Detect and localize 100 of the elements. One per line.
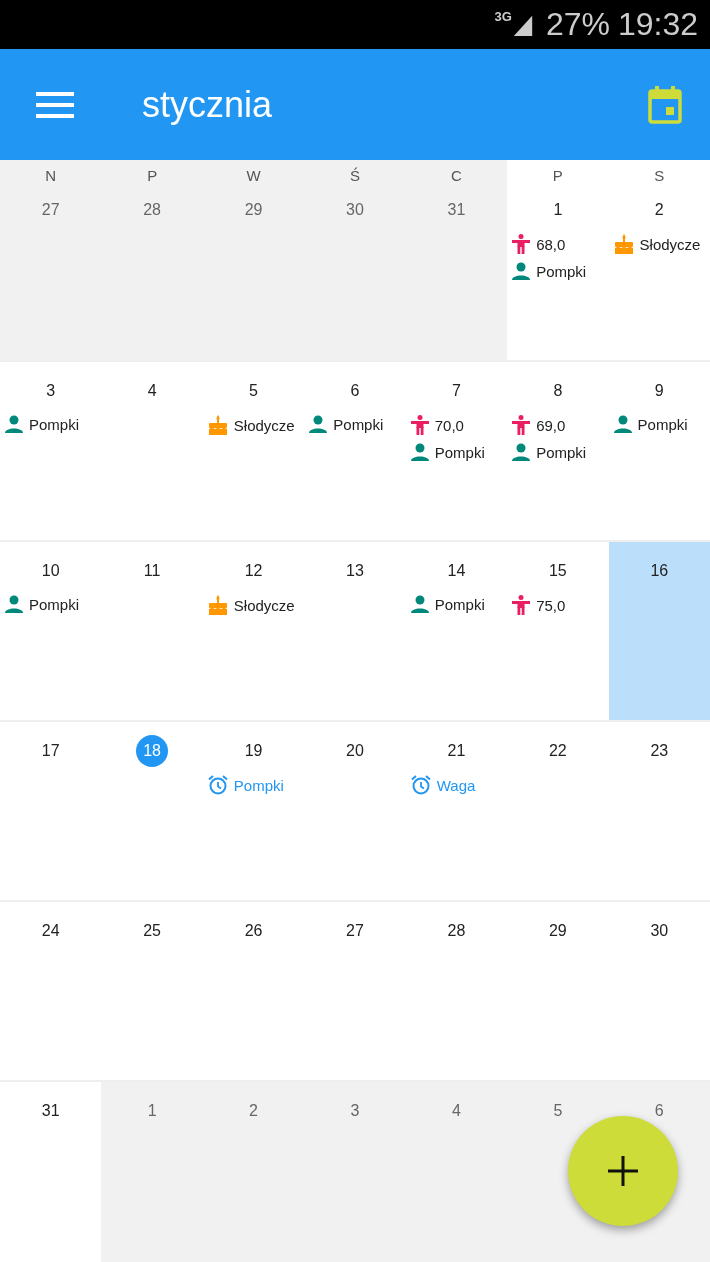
day-cell[interactable]: N 27 <box>0 160 102 360</box>
event-label: Pompki <box>536 262 587 280</box>
day-cell[interactable]: 2 <box>202 1082 305 1262</box>
event-label: Pompki <box>536 443 587 461</box>
weekday-label: Ś <box>350 167 360 184</box>
day-number: 7 <box>450 381 462 401</box>
month-title: stycznia <box>142 83 274 126</box>
day-number: 27 <box>40 200 61 220</box>
weekday-label: S <box>654 167 665 184</box>
weekday-label: C <box>451 167 462 184</box>
day-number: 20 <box>345 741 365 761</box>
day-number: 29 <box>243 200 264 220</box>
day-cell[interactable]: Ś 30 <box>304 160 406 360</box>
clock: 19:32 <box>617 6 698 43</box>
person-icon <box>410 443 429 461</box>
person-icon <box>512 443 531 461</box>
day-number: 8 <box>552 381 564 401</box>
day-number: 21 <box>446 741 467 761</box>
day-number: 11 <box>142 561 162 581</box>
person-icon <box>410 595 429 613</box>
plus-icon <box>608 1156 638 1186</box>
day-number: 12 <box>243 561 264 581</box>
event-label: Pompki <box>233 776 284 794</box>
day-number: 13 <box>345 561 365 581</box>
day-number: 23 <box>649 741 670 761</box>
day-number: 10 <box>40 561 61 581</box>
standing-person-icon <box>512 415 531 435</box>
today-button[interactable] <box>648 85 682 124</box>
standing-person-icon <box>410 415 429 435</box>
event-label: 75,0 <box>536 596 566 614</box>
day-cell[interactable]: W 29 <box>202 160 305 360</box>
weekday-label: P <box>552 167 563 184</box>
weekday-label: W <box>246 167 261 184</box>
day-number: 14 <box>446 561 467 581</box>
day-cell[interactable]: 1 <box>101 1082 203 1262</box>
day-number: 5 <box>552 1101 564 1121</box>
event-label: Waga <box>436 776 476 794</box>
person-icon <box>5 415 23 433</box>
day-number: 28 <box>142 200 162 220</box>
day-number: 2 <box>248 1101 259 1121</box>
person-icon <box>512 262 531 280</box>
event-label: Słodycze <box>233 596 295 614</box>
day-number: 31 <box>40 1101 61 1121</box>
day-number: 28 <box>446 921 467 941</box>
day-number: 26 <box>243 921 264 941</box>
battery-level: 27% <box>545 6 610 43</box>
day-number: 15 <box>547 561 568 581</box>
standing-person-icon <box>512 234 531 254</box>
standing-person-icon <box>512 595 531 615</box>
day-number: 19 <box>243 741 264 761</box>
day-number: 1 <box>552 200 564 220</box>
menu-icon <box>36 90 74 119</box>
event-label: 68,0 <box>536 235 566 253</box>
day-number: 30 <box>649 921 670 941</box>
calendar-icon <box>648 85 682 124</box>
day-number: 27 <box>345 921 365 941</box>
day-number: 4 <box>450 1101 462 1121</box>
person-icon <box>309 415 328 433</box>
day-cell[interactable]: 4 <box>405 1082 508 1262</box>
day-number: 6 <box>349 381 361 401</box>
event-label: Pompki <box>333 415 384 433</box>
event-label: Pompki <box>29 415 80 433</box>
day-number: 17 <box>40 741 61 761</box>
cake-icon <box>207 595 228 615</box>
day-number: 5 <box>248 381 259 401</box>
alarm-clock-icon <box>410 775 431 795</box>
day-number: 2 <box>653 200 665 220</box>
event-label: 70,0 <box>434 416 464 434</box>
alarm-clock-icon <box>207 775 228 795</box>
day-number: 9 <box>653 381 665 401</box>
event-label: Pompki <box>434 595 485 613</box>
event-label: Słodycze <box>639 235 701 253</box>
day-cell[interactable]: C 31 <box>405 160 508 360</box>
menu-button[interactable] <box>36 90 74 119</box>
day-number: 22 <box>547 741 568 761</box>
cake-icon <box>207 415 228 435</box>
event-label: Pompki <box>434 443 485 461</box>
day-number: 6 <box>653 1101 665 1121</box>
cake-icon <box>613 234 634 254</box>
day-number: 1 <box>146 1101 158 1121</box>
day-number: 3 <box>45 381 57 401</box>
day-cell[interactable]: P 28 <box>101 160 203 360</box>
day-number: 24 <box>40 921 61 941</box>
day-cell[interactable]: 3 <box>304 1082 406 1262</box>
event-label: Pompki <box>637 415 688 433</box>
day-number: 29 <box>547 921 568 941</box>
day-number: 30 <box>345 200 365 220</box>
day-number: 25 <box>142 921 162 941</box>
weekday-label: N <box>45 167 57 184</box>
person-icon <box>613 415 632 433</box>
today-marker: 18 <box>136 735 169 767</box>
day-cell[interactable]: 16 <box>608 542 710 720</box>
event-label: 69,0 <box>536 416 566 434</box>
event-label: Słodycze <box>233 416 295 434</box>
day-number: 31 <box>446 200 467 220</box>
weekday-label: P <box>147 167 158 184</box>
day-number: 4 <box>146 381 158 401</box>
network-type: 3G <box>494 9 512 24</box>
event-label: Pompki <box>29 595 80 613</box>
person-icon <box>5 595 23 613</box>
